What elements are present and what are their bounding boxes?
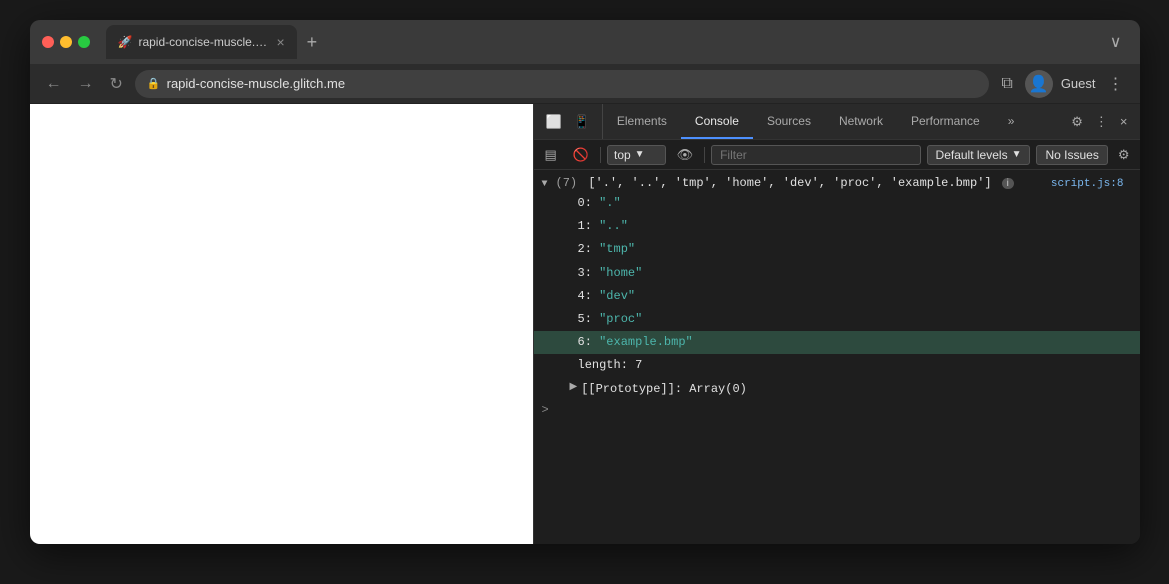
address-bar-actions: ⧉ 👤 Guest ⋮ [997, 70, 1127, 98]
url-text: rapid-concise-muscle.glitch.me [167, 76, 978, 91]
more-options-button[interactable]: ⋮ [1104, 70, 1128, 98]
chevron-down-icon-2: ▼ [1012, 149, 1022, 160]
array-length: length: 7 [534, 354, 1140, 377]
devtools-panel: ⬜ 📱 Elements Console Sources Network [533, 104, 1140, 544]
item-value: "tmp" [599, 240, 635, 259]
console-output[interactable]: ▼ (7) ['.', '..', 'tmp', 'home', 'dev', … [534, 170, 1140, 544]
prototype-text: [[Prototype]]: [581, 380, 689, 399]
new-tab-button[interactable]: + [301, 28, 324, 57]
array-item-6: 6: "example.bmp" [534, 331, 1140, 354]
array-prototype[interactable]: ▶ [[Prototype]]: Array(0) [534, 378, 1140, 401]
item-index: 4: [578, 287, 600, 306]
top-label: top [614, 148, 631, 162]
tab-title: rapid-concise-muscle.glitch.m... [138, 35, 268, 49]
console-settings-button[interactable]: ⚙ [1114, 143, 1134, 167]
device-toolbar-button[interactable]: 📱 [570, 110, 594, 134]
tab-bar: 🚀 rapid-concise-muscle.glitch.m... × + [106, 25, 1096, 59]
array-item-0: 0: "." [534, 192, 1140, 215]
user-icon: 👤 [1029, 74, 1049, 94]
length-key: length: [578, 356, 636, 375]
maximize-button[interactable] [78, 36, 90, 48]
devtools-tabs: ⬜ 📱 Elements Console Sources Network [534, 104, 1140, 140]
devtools-toolbar: ▤ 🚫 top ▼ 👁 Default levels ▼ No Issues ⚙ [534, 140, 1140, 170]
browser-window: 🚀 rapid-concise-muscle.glitch.m... × + ∨… [30, 20, 1140, 544]
minimize-button[interactable] [60, 36, 72, 48]
webpage[interactable] [30, 104, 533, 544]
toolbar-divider-2 [704, 147, 705, 163]
tab-close-button[interactable]: × [276, 34, 284, 50]
item-index: 2: [578, 240, 600, 259]
array-item-2: 2: "tmp" [534, 238, 1140, 261]
back-button[interactable]: ← [42, 71, 66, 97]
devtools-settings-button[interactable]: ⚙ [1067, 110, 1087, 134]
address-bar: ← → ↻ 🔒 rapid-concise-muscle.glitch.me ⧉… [30, 64, 1140, 104]
toolbar-divider [600, 147, 601, 163]
user-label: Guest [1061, 76, 1096, 91]
item-index: 5: [578, 310, 600, 329]
eye-button[interactable]: 👁 [672, 144, 699, 166]
lock-icon: 🔒 [147, 77, 161, 90]
array-item-5: 5: "proc" [534, 308, 1140, 331]
clear-console-button[interactable]: 🚫 [568, 144, 594, 166]
reload-button[interactable]: ↻ [106, 70, 127, 98]
array-item-4: 4: "dev" [534, 285, 1140, 308]
item-index: 1: [578, 217, 600, 236]
length-value: 7 [635, 356, 642, 375]
console-array-line[interactable]: ▼ (7) ['.', '..', 'tmp', 'home', 'dev', … [534, 174, 1140, 192]
default-levels-label: Default levels [936, 148, 1008, 162]
filter-input[interactable] [711, 145, 920, 165]
item-value: "proc" [599, 310, 642, 329]
prototype-value: Array(0) [689, 380, 747, 399]
array-item-3: 3: "home" [534, 262, 1140, 285]
viewport-icon[interactable]: ⧉ [997, 71, 1016, 97]
default-levels-dropdown[interactable]: Default levels ▼ [927, 145, 1031, 165]
tab-sources[interactable]: Sources [753, 104, 825, 139]
item-value: "dev" [599, 287, 635, 306]
prototype-expand-icon[interactable]: ▶ [570, 380, 578, 396]
devtools-tab-actions: ⚙ ⋮ × [1059, 104, 1139, 139]
tab-console[interactable]: Console [681, 104, 753, 139]
item-index: 6: [578, 333, 600, 352]
chevron-down-icon: ▼ [635, 149, 645, 160]
devtools-panel-icons: ⬜ 📱 [534, 104, 603, 139]
address-bar-input[interactable]: 🔒 rapid-concise-muscle.glitch.me [135, 70, 989, 98]
tab-favicon: 🚀 [118, 35, 133, 49]
no-issues-button[interactable]: No Issues [1036, 145, 1107, 165]
item-value: "example.bmp" [599, 333, 693, 352]
active-tab[interactable]: 🚀 rapid-concise-muscle.glitch.m... × [106, 25, 297, 59]
script-link[interactable]: script.js:8 [1051, 178, 1132, 190]
item-index: 0: [578, 194, 600, 213]
item-value: ".." [599, 217, 628, 236]
sidebar-toggle-button[interactable]: ▤ [540, 144, 562, 166]
array-preview: ['.', '..', 'tmp', 'home', 'dev', 'proc'… [588, 176, 991, 190]
item-value: "home" [599, 264, 642, 283]
tab-more[interactable]: » [994, 104, 1029, 139]
devtools-more-button[interactable]: ⋮ [1091, 110, 1112, 134]
prompt-arrow-icon: > [542, 403, 549, 417]
tab-performance[interactable]: Performance [897, 104, 994, 139]
traffic-lights [42, 36, 90, 48]
context-dropdown[interactable]: top ▼ [607, 145, 666, 165]
window-control[interactable]: ∨ [1104, 28, 1128, 56]
item-value: "." [599, 194, 621, 213]
forward-button[interactable]: → [74, 71, 98, 97]
tab-elements[interactable]: Elements [603, 104, 681, 139]
title-bar: 🚀 rapid-concise-muscle.glitch.m... × + ∨ [30, 20, 1140, 64]
avatar[interactable]: 👤 [1025, 70, 1053, 98]
tab-network[interactable]: Network [825, 104, 897, 139]
array-count: (7) [556, 176, 585, 190]
item-index: 3: [578, 264, 600, 283]
console-prompt[interactable]: > [534, 401, 1140, 419]
array-info-badge[interactable]: i [1002, 178, 1014, 189]
inspect-element-button[interactable]: ⬜ [542, 110, 566, 134]
content-area: ⬜ 📱 Elements Console Sources Network [30, 104, 1140, 544]
array-item-1: 1: ".." [534, 215, 1140, 238]
no-issues-label: No Issues [1045, 148, 1098, 162]
close-button[interactable] [42, 36, 54, 48]
expand-arrow-icon[interactable]: ▼ [542, 179, 548, 190]
devtools-close-button[interactable]: × [1116, 110, 1132, 133]
devtools-tab-list: Elements Console Sources Network Perform… [603, 104, 1059, 139]
